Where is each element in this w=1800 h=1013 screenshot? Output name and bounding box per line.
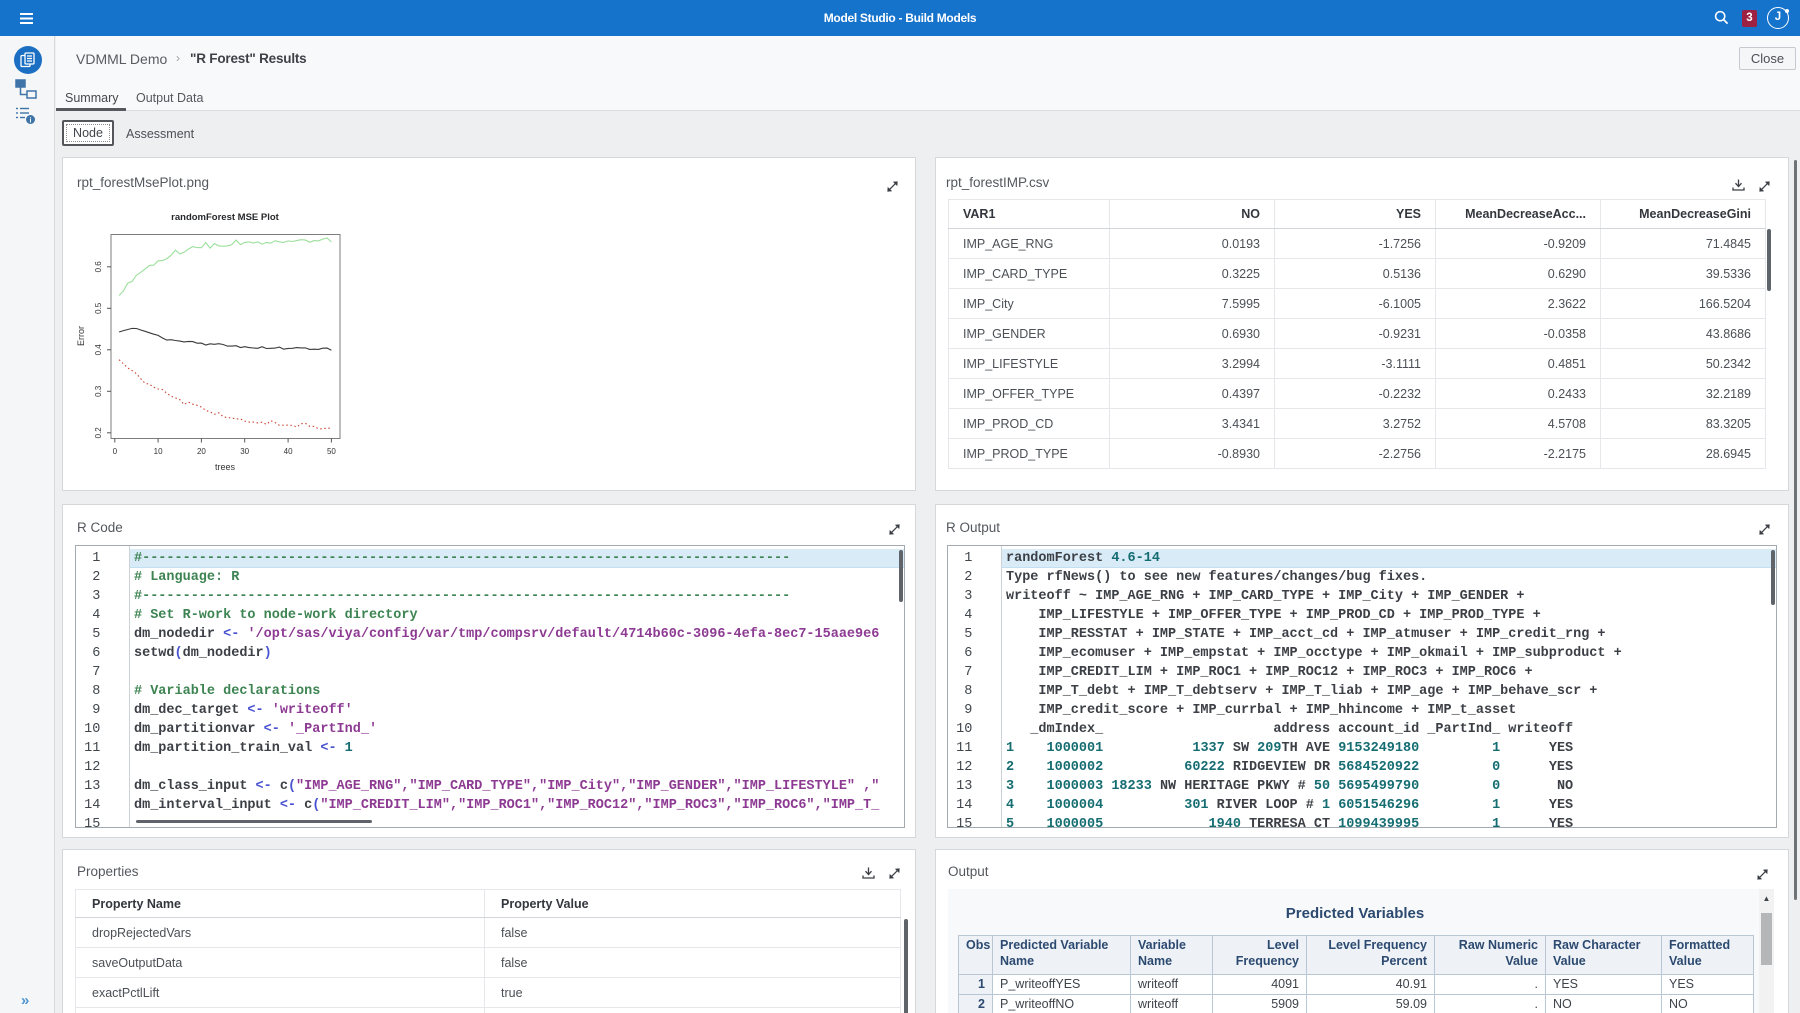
svg-text:0.4: 0.4 xyxy=(94,344,103,356)
svg-text:0.5: 0.5 xyxy=(94,302,103,314)
svg-text:0.3: 0.3 xyxy=(94,385,103,397)
svg-text:0.6: 0.6 xyxy=(94,261,103,273)
svg-text:20: 20 xyxy=(197,447,206,456)
svg-text:10: 10 xyxy=(154,447,163,456)
svg-text:randomForest MSE Plot: randomForest MSE Plot xyxy=(171,212,280,223)
svg-text:30: 30 xyxy=(240,447,249,456)
svg-text:0: 0 xyxy=(113,447,118,456)
svg-text:Error: Error xyxy=(76,326,86,346)
svg-text:40: 40 xyxy=(284,447,293,456)
svg-text:50: 50 xyxy=(327,447,336,456)
svg-text:0.2: 0.2 xyxy=(94,427,103,439)
svg-text:trees: trees xyxy=(215,462,236,472)
svg-text:i: i xyxy=(30,118,32,125)
